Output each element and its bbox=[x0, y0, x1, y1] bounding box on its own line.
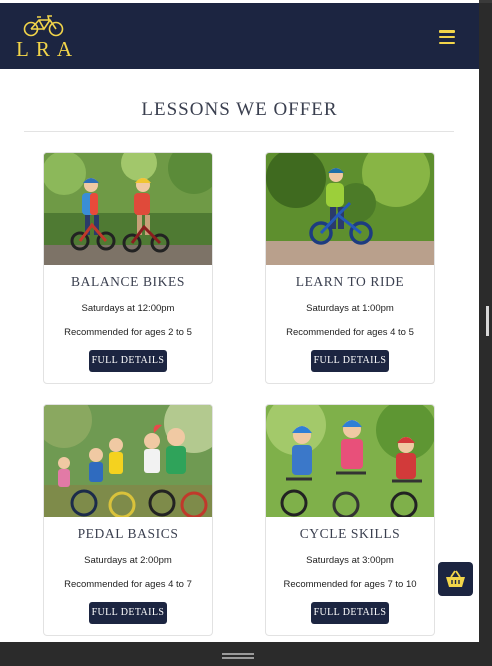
shopping-basket-icon bbox=[446, 570, 465, 587]
title-divider bbox=[24, 131, 454, 132]
logo-text: LRA bbox=[16, 37, 79, 61]
lesson-title: PEDAL BASICS bbox=[77, 526, 179, 541]
full-details-button[interactable]: FULL DETAILS bbox=[311, 602, 389, 624]
lesson-card-pedal-basics: PEDAL BASICS Saturdays at 2:00pm Recomme… bbox=[43, 404, 213, 636]
balance-bikes-photo bbox=[44, 153, 212, 265]
shopping-basket-button[interactable] bbox=[438, 562, 473, 596]
scrollbar-handle[interactable] bbox=[486, 306, 489, 336]
lesson-ages: Recommended for ages 7 to 10 bbox=[283, 579, 417, 590]
lesson-ages: Recommended for ages 4 to 5 bbox=[286, 327, 414, 338]
navbar: LRA bbox=[0, 3, 479, 69]
resize-grip-icon[interactable] bbox=[222, 653, 254, 659]
lesson-ages: Recommended for ages 2 to 5 bbox=[64, 327, 192, 338]
full-details-button[interactable]: FULL DETAILS bbox=[89, 350, 167, 372]
lesson-title: LEARN TO RIDE bbox=[295, 274, 405, 289]
pedal-basics-photo bbox=[44, 405, 212, 517]
lesson-schedule: Saturdays at 12:00pm bbox=[81, 303, 175, 314]
cycle-skills-photo bbox=[266, 405, 434, 517]
page-viewport: LRA LESSONS WE OFFER BALANCE BIKES Satur… bbox=[0, 0, 479, 642]
lesson-schedule: Saturdays at 1:00pm bbox=[306, 303, 394, 314]
lesson-card-learn-to-ride: LEARN TO RIDE Saturdays at 1:00pm Recomm… bbox=[265, 152, 435, 384]
full-details-button[interactable]: FULL DETAILS bbox=[89, 602, 167, 624]
lesson-schedule: Saturdays at 2:00pm bbox=[84, 555, 172, 566]
lesson-title: BALANCE BIKES bbox=[71, 274, 185, 289]
section-title: LESSONS WE OFFER bbox=[141, 99, 338, 120]
lesson-schedule: Saturdays at 3:00pm bbox=[306, 555, 394, 566]
lesson-title: CYCLE SKILLS bbox=[299, 526, 401, 541]
lesson-card-cycle-skills: CYCLE SKILLS Saturdays at 3:00pm Recomme… bbox=[265, 404, 435, 636]
hamburger-menu-icon[interactable] bbox=[439, 30, 455, 45]
site-logo[interactable]: LRA bbox=[16, 13, 72, 63]
lesson-ages: Recommended for ages 4 to 7 bbox=[64, 579, 192, 590]
full-details-button[interactable]: FULL DETAILS bbox=[311, 350, 389, 372]
learn-to-ride-photo bbox=[266, 153, 434, 265]
lesson-card-balance-bikes: BALANCE BIKES Saturdays at 12:00pm Recom… bbox=[43, 152, 213, 384]
bicycle-logo-icon bbox=[23, 15, 64, 37]
